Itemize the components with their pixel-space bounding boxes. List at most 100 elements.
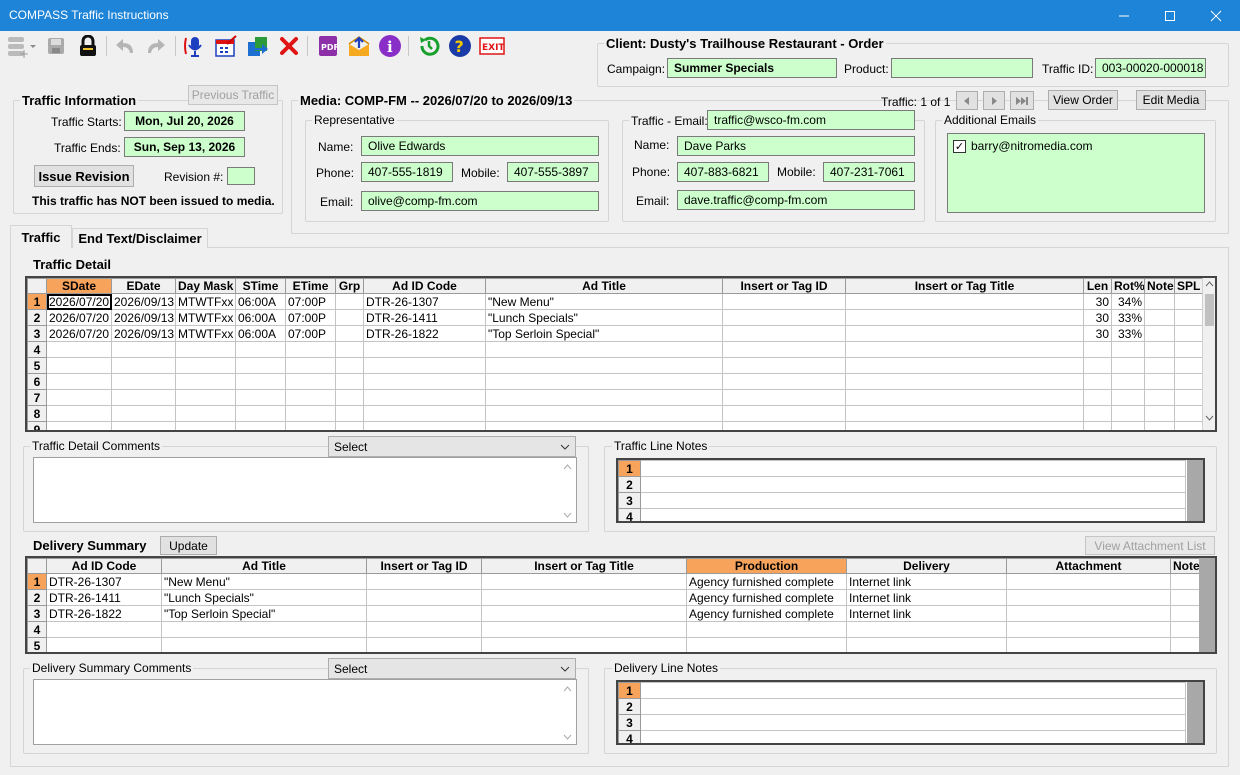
table-cell[interactable] [1174,341,1203,358]
table-cell[interactable] [722,357,846,374]
table-cell[interactable]: 2026/09/13 [111,309,176,326]
table-row[interactable]: 4 [27,341,1203,358]
row-number[interactable]: 6 [27,373,47,390]
table-cell[interactable] [363,373,486,390]
delivery-scrollbar[interactable] [1199,558,1215,652]
row-number[interactable]: 2 [27,589,47,606]
row-number[interactable]: 1 [618,460,641,477]
table-cell[interactable] [46,421,112,430]
col-rot[interactable]: Rot% [1111,278,1145,294]
table-cell[interactable]: 2026/07/20 [46,309,112,326]
list-item[interactable]: 4 [618,508,1186,521]
table-cell[interactable] [175,341,236,358]
table-cell[interactable] [481,589,687,606]
table-cell[interactable] [366,573,482,590]
table-cell[interactable] [1083,357,1112,374]
col-attachment[interactable]: Attachment [1006,558,1171,574]
table-row[interactable]: 3 DTR-26-1822 "Top Serloin Special" Agency … [27,605,1200,622]
line-notes-scrollbar[interactable] [1187,460,1203,521]
table-cell[interactable] [1174,421,1203,430]
table-cell[interactable] [111,405,176,422]
table-cell[interactable] [175,373,236,390]
table-cell[interactable] [485,405,723,422]
table-cell[interactable] [235,341,286,358]
close-button[interactable] [1193,0,1239,31]
table-cell[interactable] [1006,621,1171,638]
list-item[interactable]: 4 [618,730,1186,743]
table-cell[interactable] [1174,325,1203,342]
rep-phone-field[interactable]: 407-555-1819 [361,162,453,182]
table-cell[interactable] [175,357,236,374]
table-cell[interactable] [285,389,336,406]
table-cell[interactable] [1174,357,1203,374]
table-cell[interactable] [1170,573,1200,590]
tab-end-text[interactable]: End Text/Disclaimer [72,228,208,248]
detail-comments-textarea[interactable] [33,457,577,523]
col-ad-id-code[interactable]: Ad ID Code [46,558,162,574]
traffic-name-field[interactable]: Dave Parks [677,136,915,156]
table-cell[interactable]: DTR-26-1307 [363,293,486,310]
table-cell[interactable] [1111,357,1145,374]
title-bar[interactable]: COMPASS Traffic Instructions [0,0,1240,31]
row-number[interactable]: 3 [27,325,47,342]
table-cell[interactable] [175,421,236,430]
table-cell[interactable] [1170,637,1200,652]
email-icon[interactable] [347,34,371,58]
row-number[interactable]: 4 [618,730,641,743]
table-cell[interactable] [363,421,486,430]
col-grp[interactable]: Grp [335,278,364,294]
table-cell[interactable] [722,405,846,422]
exit-icon[interactable]: EXIT [479,34,505,58]
table-cell[interactable] [722,341,846,358]
table-cell[interactable] [1111,373,1145,390]
table-cell[interactable] [845,357,1084,374]
note-cell[interactable] [640,714,1186,731]
table-cell[interactable] [1111,421,1145,430]
table-cell[interactable] [363,341,486,358]
table-cell[interactable]: 06:00A [235,309,286,326]
table-cell[interactable]: "New Menu" [485,293,723,310]
table-cell[interactable] [111,421,176,430]
table-cell[interactable] [335,309,364,326]
table-cell[interactable]: Internet link [846,589,1007,606]
table-cell[interactable] [845,309,1084,326]
table-cell[interactable] [335,373,364,390]
table-cell[interactable]: 07:00P [285,325,336,342]
traffic-id-field[interactable]: 003-00020-000018 [1095,58,1206,78]
table-cell[interactable]: 30 [1083,309,1112,326]
lock-icon[interactable] [76,34,100,58]
col-ad-title[interactable]: Ad Title [485,278,723,294]
table-cell[interactable]: DTR-26-1411 [363,309,486,326]
table-cell[interactable] [335,389,364,406]
table-cell[interactable] [335,405,364,422]
table-cell[interactable] [485,389,723,406]
rep-mobile-field[interactable]: 407-555-3897 [507,162,599,182]
table-cell[interactable] [335,293,364,310]
table-cell[interactable] [845,405,1084,422]
issue-revision-button[interactable]: Issue Revision [34,165,134,187]
table-cell[interactable] [161,621,367,638]
revision-field[interactable] [227,167,255,185]
table-cell[interactable] [1083,373,1112,390]
table-row[interactable]: 5 [27,637,1200,652]
table-row[interactable]: 1 2026/07/20 2026/09/13 MTWTFxx 06:00A 07:00P… [27,293,1203,310]
table-cell[interactable] [363,389,486,406]
list-item[interactable]: 1 [618,460,1186,477]
table-cell[interactable] [485,373,723,390]
traffic-mobile-field[interactable]: 407-231-7061 [823,162,915,182]
col-note[interactable]: Note [1170,558,1200,574]
table-cell[interactable] [722,421,846,430]
last-traffic-nav-button[interactable] [1010,91,1034,110]
delivery-comments-textarea[interactable] [33,679,577,745]
list-item[interactable]: 2 [618,698,1186,715]
note-cell[interactable] [640,460,1186,477]
table-cell[interactable] [1144,421,1175,430]
campaign-field[interactable]: Summer Specials [667,58,837,78]
col-ad-id-code[interactable]: Ad ID Code [363,278,486,294]
table-cell[interactable]: 2026/07/20 [46,293,112,310]
delete-icon[interactable] [277,34,301,58]
info-icon[interactable]: i [378,34,402,58]
list-item[interactable]: 3 [618,492,1186,509]
table-cell[interactable] [335,357,364,374]
table-cell[interactable] [1144,373,1175,390]
